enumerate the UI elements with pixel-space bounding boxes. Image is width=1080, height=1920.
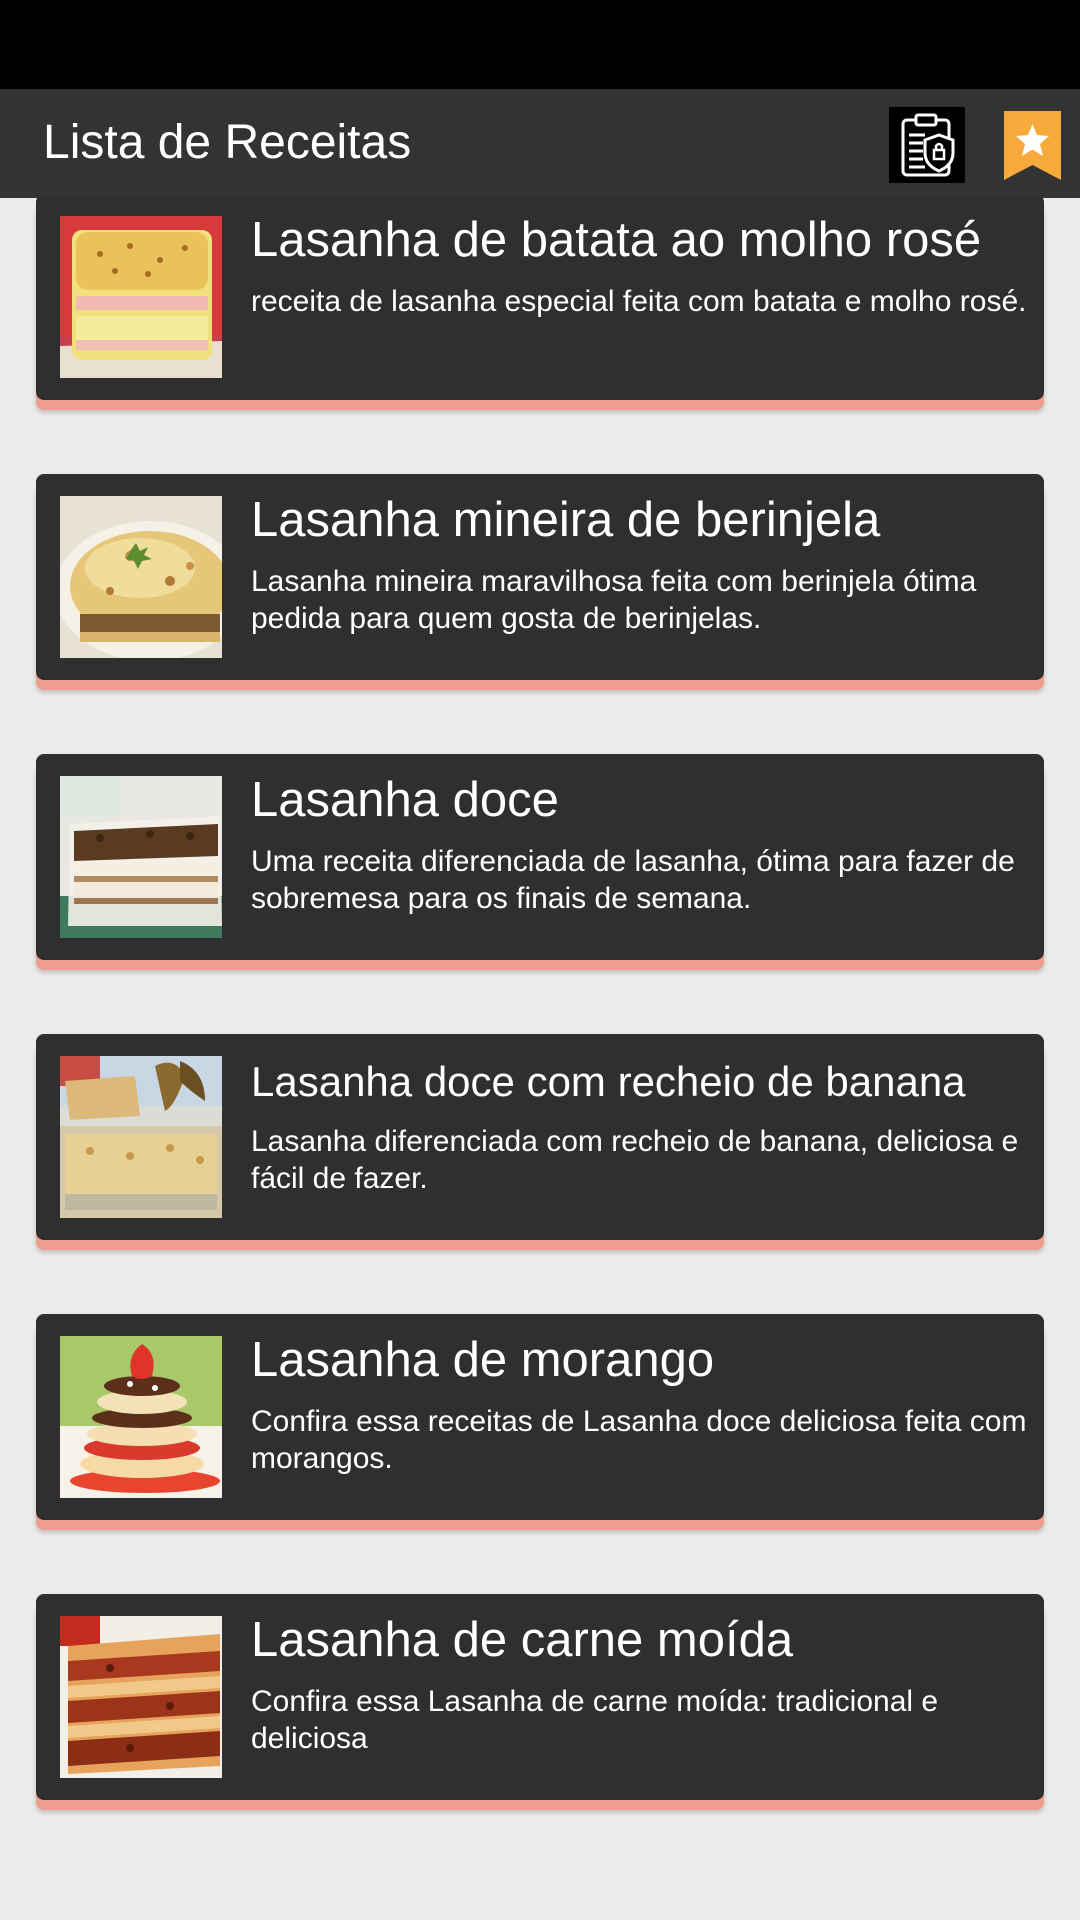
recipe-description: Confira essa Lasanha de carne moída: tra…	[251, 1685, 939, 1755]
recipe-card[interactable]: Lasanha de morango Confira essa receitas…	[36, 1314, 1044, 1520]
recipe-description: Lasanha diferenciada com recheio de bana…	[251, 1125, 1019, 1195]
recipe-thumbnail	[60, 496, 222, 658]
recipe-description: Uma receita diferenciada de lasanha, óti…	[251, 845, 1015, 915]
app-bar: Lista de Receitas	[0, 89, 1080, 198]
recipe-title: Lasanha de carne moída	[251, 1613, 794, 1667]
star-bookmark-icon	[1004, 111, 1061, 180]
recipe-thumbnail	[60, 1056, 222, 1218]
recipe-title: Lasanha mineira de berinjela	[251, 493, 881, 547]
page-title: Lista de Receitas	[43, 116, 412, 169]
recipe-title: Lasanha doce com recheio de banana	[251, 1058, 966, 1105]
recipe-description: Lasanha mineira maravilhosa feita com be…	[251, 565, 977, 635]
recipe-thumbnail	[60, 216, 222, 378]
status-bar	[0, 0, 1080, 89]
recipe-thumbnail	[60, 776, 222, 938]
recipe-thumbnail	[60, 1616, 222, 1778]
privacy-policy-icon	[901, 113, 955, 177]
recipe-title: Lasanha de batata ao molho rosé	[251, 213, 982, 267]
recipe-description: receita de lasanha especial feita com ba…	[251, 285, 1027, 318]
recipe-title: Lasanha de morango	[251, 1333, 715, 1387]
recipe-card[interactable]: Lasanha doce com recheio de banana Lasan…	[36, 1034, 1044, 1240]
recipe-card[interactable]: Lasanha mineira de berinjela Lasanha min…	[36, 474, 1044, 680]
recipe-description: Confira essa receitas de Lasanha doce de…	[251, 1405, 1027, 1475]
recipe-card[interactable]: Lasanha de batata ao molho rosé receita …	[36, 198, 1044, 400]
favorites-button[interactable]	[1004, 111, 1061, 180]
recipe-thumbnail	[60, 1336, 222, 1498]
recipe-card[interactable]: Lasanha de carne moída Confira essa Lasa…	[36, 1594, 1044, 1800]
recipe-list[interactable]: Lasanha de batata ao molho rosé receita …	[0, 198, 1080, 1920]
recipe-card[interactable]: Lasanha doce Uma receita diferenciada de…	[36, 754, 1044, 960]
recipe-title: Lasanha doce	[251, 773, 559, 827]
privacy-policy-button[interactable]	[889, 107, 965, 183]
